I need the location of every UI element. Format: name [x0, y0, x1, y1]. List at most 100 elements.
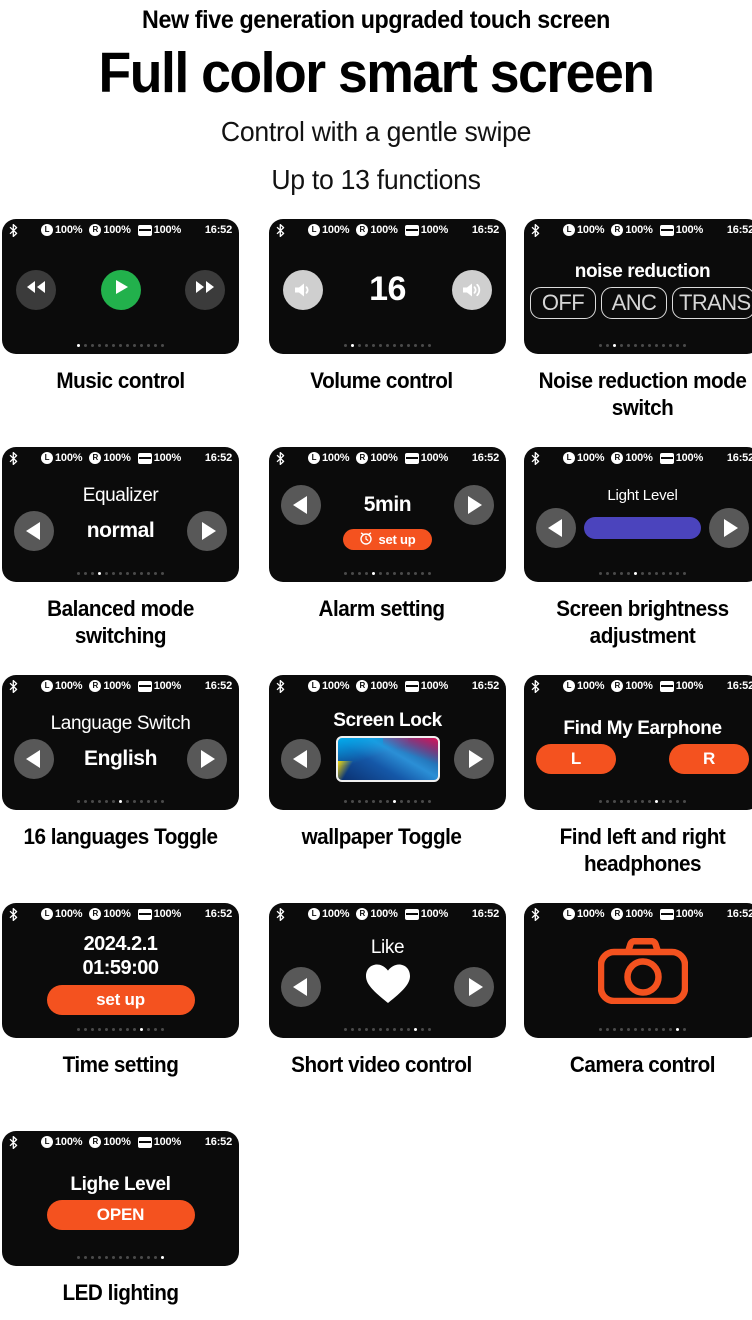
page-dot[interactable] — [105, 344, 108, 347]
page-dot[interactable] — [161, 800, 164, 803]
page-dot[interactable] — [105, 1256, 108, 1259]
page-dot[interactable] — [669, 344, 672, 347]
play-button[interactable] — [100, 269, 141, 310]
page-dot[interactable] — [154, 344, 157, 347]
page-dot[interactable] — [676, 1028, 679, 1031]
camera-icon[interactable] — [597, 937, 688, 1009]
page-dot[interactable] — [372, 1028, 375, 1031]
page-dot[interactable] — [77, 1028, 80, 1031]
page-dot[interactable] — [606, 1028, 609, 1031]
page-dot[interactable] — [662, 800, 665, 803]
page-dot[interactable] — [414, 572, 417, 575]
page-dot[interactable] — [112, 572, 115, 575]
page-dot[interactable] — [147, 800, 150, 803]
screen-volume-control[interactable]: L 100% R 100% 100% 16:52 16 — [269, 219, 506, 354]
page-dot[interactable] — [676, 344, 679, 347]
page-dot[interactable] — [161, 572, 164, 575]
page-dot[interactable] — [407, 1028, 410, 1031]
page-dot[interactable] — [620, 572, 623, 575]
page-dot[interactable] — [112, 1256, 115, 1259]
page-dot[interactable] — [648, 344, 651, 347]
page-dot[interactable] — [599, 1028, 602, 1031]
page-dot[interactable] — [126, 800, 129, 803]
page-dot[interactable] — [634, 572, 637, 575]
page-dot[interactable] — [351, 344, 354, 347]
page-dot[interactable] — [84, 572, 87, 575]
page-dot[interactable] — [606, 344, 609, 347]
page-dot[interactable] — [91, 572, 94, 575]
page-dot[interactable] — [407, 572, 410, 575]
page-dot[interactable] — [358, 572, 361, 575]
page-dot[interactable] — [379, 800, 382, 803]
page-dot[interactable] — [655, 1028, 658, 1031]
page-dot[interactable] — [620, 1028, 623, 1031]
page-dot[interactable] — [154, 572, 157, 575]
increase-brightness-button[interactable] — [709, 508, 749, 548]
page-dot[interactable] — [351, 572, 354, 575]
page-dot[interactable] — [133, 1256, 136, 1259]
page-dot[interactable] — [119, 344, 122, 347]
page-dot[interactable] — [400, 344, 403, 347]
previous-option-button[interactable] — [281, 485, 321, 525]
page-dot[interactable] — [147, 344, 150, 347]
next-track-button[interactable] — [185, 269, 225, 310]
page-dot[interactable] — [133, 1028, 136, 1031]
page-dot[interactable] — [344, 572, 347, 575]
page-dot[interactable] — [683, 1028, 686, 1031]
page-dot[interactable] — [105, 572, 108, 575]
page-dot[interactable] — [386, 1028, 389, 1031]
page-dot[interactable] — [98, 1256, 101, 1259]
page-dot[interactable] — [599, 572, 602, 575]
page-dot[interactable] — [119, 1256, 122, 1259]
page-dot[interactable] — [77, 1256, 80, 1259]
brightness-slider[interactable] — [584, 517, 701, 539]
page-dot[interactable] — [351, 1028, 354, 1031]
page-dot[interactable] — [140, 1256, 143, 1259]
screen-led-lighting[interactable]: L 100% R 100% 100% 16:52 Lighe Level OPEN — [2, 1131, 239, 1266]
next-option-button[interactable] — [186, 738, 227, 779]
page-dot[interactable] — [351, 800, 354, 803]
page-dot[interactable] — [683, 572, 686, 575]
page-dot[interactable] — [655, 800, 658, 803]
page-dot[interactable] — [358, 1028, 361, 1031]
page-dot[interactable] — [140, 1028, 143, 1031]
page-dot[interactable] — [140, 572, 143, 575]
volume-up-button[interactable] — [451, 269, 492, 310]
page-dot[interactable] — [400, 1028, 403, 1031]
page-dot[interactable] — [669, 800, 672, 803]
page-dot[interactable] — [627, 1028, 630, 1031]
page-dot[interactable] — [105, 800, 108, 803]
page-dot[interactable] — [393, 800, 396, 803]
page-dot[interactable] — [98, 800, 101, 803]
noise-mode-anc-button[interactable]: ANC — [601, 286, 667, 319]
page-dot[interactable] — [421, 1028, 424, 1031]
page-dot[interactable] — [641, 1028, 644, 1031]
page-dot[interactable] — [421, 800, 424, 803]
page-dot[interactable] — [613, 800, 616, 803]
page-dot[interactable] — [344, 344, 347, 347]
page-dot[interactable] — [77, 344, 80, 347]
page-dot[interactable] — [154, 1256, 157, 1259]
page-dot[interactable] — [140, 800, 143, 803]
page-dot[interactable] — [648, 572, 651, 575]
led-open-button[interactable]: OPEN — [46, 1199, 195, 1230]
page-dot[interactable] — [393, 572, 396, 575]
page-dot[interactable] — [421, 344, 424, 347]
page-dot[interactable] — [84, 344, 87, 347]
page-dot[interactable] — [407, 344, 410, 347]
page-dot[interactable] — [627, 572, 630, 575]
page-dot[interactable] — [133, 572, 136, 575]
wallpaper-thumbnail[interactable] — [335, 735, 440, 782]
page-dot[interactable] — [407, 800, 410, 803]
page-dot[interactable] — [154, 1028, 157, 1031]
page-dot[interactable] — [91, 1256, 94, 1259]
page-dot[interactable] — [126, 344, 129, 347]
page-dot[interactable] — [358, 344, 361, 347]
time-set-up-button[interactable]: set up — [46, 984, 195, 1015]
screen-equalizer[interactable]: L 100% R 100% 100% 16:52 Equalizer normal — [2, 447, 239, 582]
previous-option-button[interactable] — [14, 738, 54, 779]
page-dot[interactable] — [613, 572, 616, 575]
page-dot[interactable] — [648, 800, 651, 803]
page-dot[interactable] — [414, 344, 417, 347]
page-dot[interactable] — [634, 344, 637, 347]
